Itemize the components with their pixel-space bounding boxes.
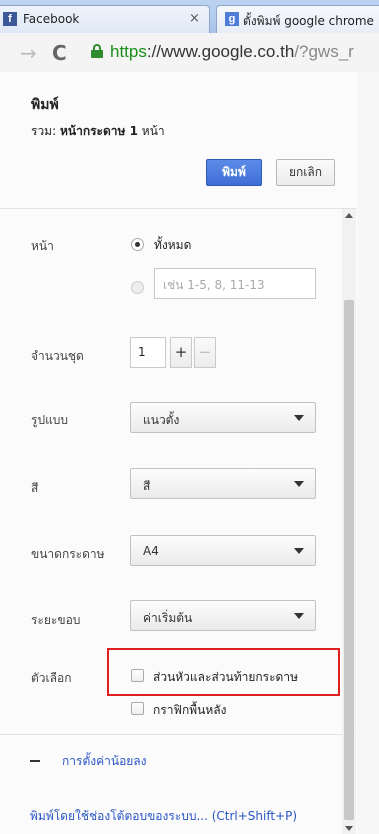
headers-footers-label: ส่วนหัวและส่วนท้ายกระดาษ xyxy=(153,670,298,684)
preview-area-edge xyxy=(357,72,379,834)
headers-footers-checkbox[interactable] xyxy=(131,669,144,682)
page-total: รวม: หน้ากระดาษ 1 หน้า xyxy=(31,124,165,138)
tab-google-chrome-print[interactable]: g ตั้งพิมพ์ google chrome xyxy=(216,5,379,33)
copies-label: จำนวนชุด xyxy=(31,349,84,363)
google-icon: g xyxy=(225,12,239,26)
cancel-button[interactable]: ยกเลิก xyxy=(276,159,335,186)
dropdown-arrow-icon xyxy=(294,613,304,619)
paper-size-label: ขนาดกระดาษ xyxy=(31,547,105,561)
color-value: สี xyxy=(143,479,151,493)
layout-select[interactable]: แนวตั้ง xyxy=(130,402,316,433)
facebook-icon: f xyxy=(3,12,17,26)
tab-bar: f Facebook × g ตั้งพิมพ์ google chrome xyxy=(0,0,379,33)
address-bar: → C https://www.google.co.th/?gws_r xyxy=(0,33,379,73)
copies-input[interactable]: 1 xyxy=(130,337,166,368)
color-select[interactable]: สี xyxy=(130,468,316,499)
scroll-down-icon[interactable] xyxy=(345,826,353,831)
lock-icon[interactable] xyxy=(91,44,103,58)
scrollbar-thumb[interactable] xyxy=(344,300,354,820)
background-graphics-checkbox[interactable] xyxy=(131,702,144,715)
dropdown-arrow-icon xyxy=(294,548,304,554)
tab-facebook[interactable]: f Facebook × xyxy=(0,5,210,33)
copies-increment-button[interactable]: + xyxy=(170,337,192,368)
pages-all-label: ทั้งหมด xyxy=(154,238,192,252)
paper-size-value: A4 xyxy=(143,544,159,558)
system-dialog-link[interactable]: พิมพ์โดยใช้ช่องโต้ตอบของระบบ... (Ctrl+Sh… xyxy=(30,807,297,826)
pages-all-radio[interactable] xyxy=(131,238,144,251)
layout-label: รูปแบบ xyxy=(31,413,69,427)
tab-title: Facebook xyxy=(23,12,80,26)
url-field[interactable]: https://www.google.co.th/?gws_r xyxy=(110,42,354,62)
margins-value: ค่าเริ่มต้น xyxy=(143,611,193,625)
scroll-up-icon[interactable] xyxy=(345,213,353,218)
print-title: พิมพ์ xyxy=(31,97,59,113)
close-icon[interactable]: × xyxy=(189,11,200,26)
collapse-icon[interactable] xyxy=(30,760,40,762)
dropdown-arrow-icon xyxy=(294,415,304,421)
margins-select[interactable]: ค่าเริ่มต้น xyxy=(130,600,316,631)
fewer-settings-link[interactable]: การตั้งค่าน้อยลง xyxy=(62,752,147,771)
pages-range-input[interactable]: เช่น 1-5, 8, 11-13 xyxy=(154,268,316,299)
print-button[interactable]: พิมพ์ xyxy=(206,159,262,186)
background-graphics-label: กราฟิกพื้นหลัง xyxy=(153,703,227,717)
tab-title: ตั้งพิมพ์ google chrome xyxy=(243,14,374,28)
copies-decrement-button[interactable]: − xyxy=(194,337,216,368)
pages-range-radio[interactable] xyxy=(131,281,144,294)
dropdown-arrow-icon xyxy=(294,481,304,487)
margins-label: ระยะขอบ xyxy=(31,613,81,627)
options-label: ตัวเลือก xyxy=(31,671,72,685)
back-arrow-icon[interactable]: → xyxy=(20,41,37,65)
pages-label: หน้า xyxy=(31,239,54,253)
divider xyxy=(0,734,357,735)
color-label: สี xyxy=(31,481,39,495)
paper-size-select[interactable]: A4 xyxy=(130,535,316,566)
layout-value: แนวตั้ง xyxy=(143,413,180,427)
reload-icon[interactable]: C xyxy=(52,41,67,65)
divider xyxy=(0,208,357,209)
